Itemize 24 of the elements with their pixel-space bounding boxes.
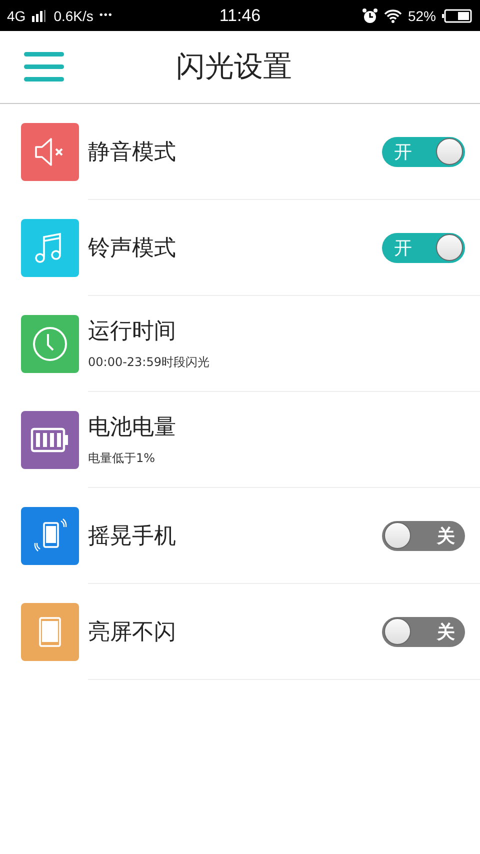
page-title: 闪光设置	[176, 48, 292, 85]
network-speed: 0.6K/s	[54, 8, 94, 24]
alarm-icon	[362, 8, 378, 24]
toggle-switch[interactable]: 关	[382, 616, 465, 646]
signal-icon	[32, 10, 48, 22]
more-indicator: •••	[99, 10, 113, 21]
setting-title: 摇晃手机	[88, 522, 176, 550]
clock-time: 11:46	[219, 6, 261, 26]
battery-icon	[442, 8, 472, 22]
menu-button[interactable]	[24, 52, 64, 82]
setting-title: 亮屏不闪	[88, 618, 176, 646]
setting-description: 电量低于1%	[88, 450, 156, 467]
setting-title: 铃声模式	[88, 234, 176, 262]
toggle-switch[interactable]: 开	[382, 232, 465, 262]
wifi-icon	[384, 8, 402, 22]
setting-title: 运行时间	[88, 318, 177, 346]
setting-title: 电池电量	[88, 414, 176, 442]
battery-percent: 52%	[408, 8, 436, 24]
network-type: 4G	[7, 8, 26, 24]
setting-title: 静音模式	[88, 138, 176, 166]
toggle-switch[interactable]: 开	[382, 136, 465, 166]
setting-description: 00:00-23:59时段闪光	[88, 354, 210, 371]
menu-icon	[24, 52, 64, 82]
toggle-switch[interactable]: 关	[382, 520, 465, 550]
